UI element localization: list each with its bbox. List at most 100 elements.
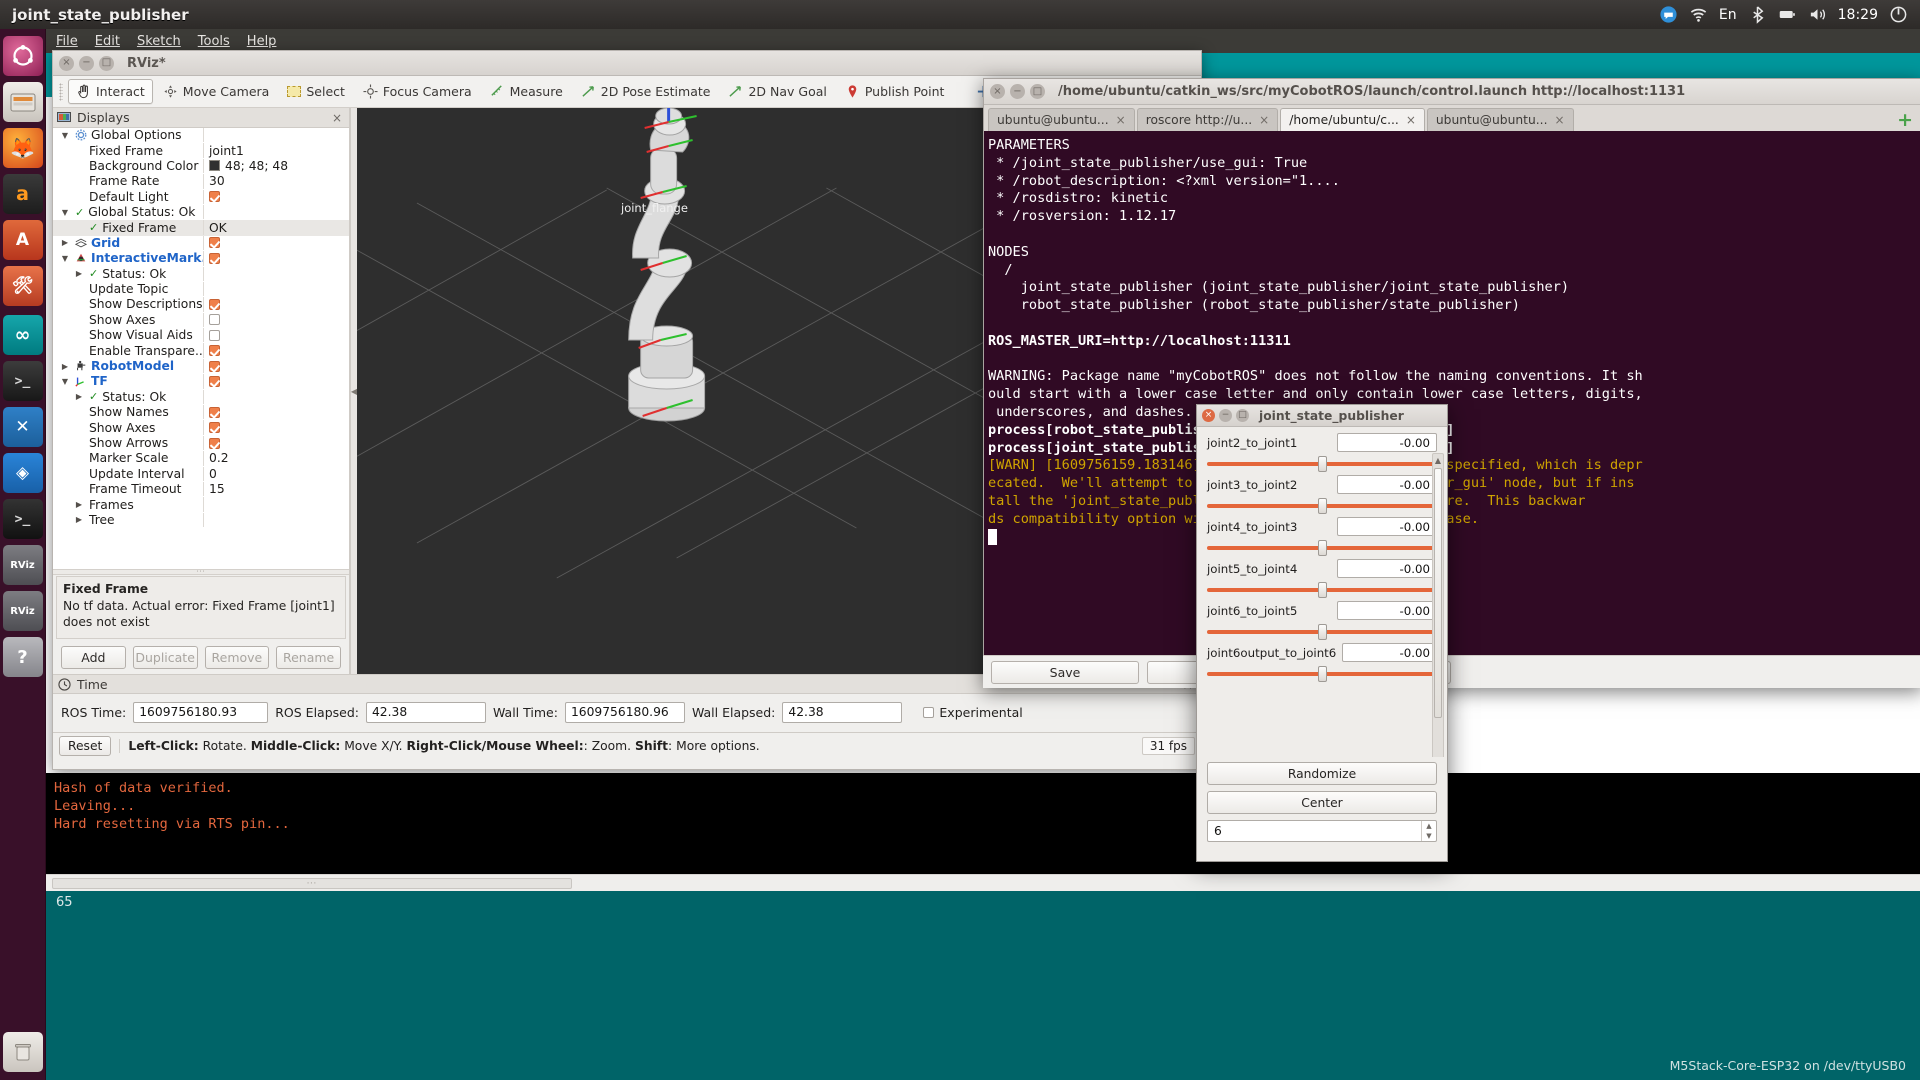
maximize-icon[interactable]: □ [1236, 409, 1249, 422]
minimize-icon[interactable]: − [79, 56, 94, 71]
launcher-item-ubuntu-dash[interactable] [3, 36, 43, 76]
wall-elapsed-input[interactable]: 42.38 [782, 702, 902, 723]
display-row-value[interactable] [203, 328, 349, 342]
close-icon[interactable]: × [1555, 113, 1565, 127]
joint-value-input[interactable]: -0.00 [1337, 517, 1437, 536]
center-button[interactable]: Center [1207, 791, 1437, 814]
close-icon[interactable]: × [1116, 113, 1126, 127]
scrollbar-thumb[interactable] [1434, 468, 1442, 718]
chevron-down-icon[interactable]: ▼ [59, 131, 71, 140]
display-row-value[interactable] [203, 436, 349, 450]
display-tree-row[interactable]: ✓Fixed FrameOK [53, 220, 349, 235]
display-tree-row[interactable]: ▶RobotModel [53, 359, 349, 374]
rviz-titlebar[interactable]: × − □ RViz* [53, 51, 1201, 76]
display-tree-row[interactable]: ▶Grid [53, 236, 349, 251]
chevron-down-icon[interactable]: ▼ [1422, 831, 1436, 841]
display-tree-row[interactable]: Default Light [53, 190, 349, 205]
tool-publish-point[interactable]: Publish Point [837, 79, 953, 104]
terminal-tab-3[interactable]: /home/ubuntu/c... × [1280, 108, 1425, 131]
display-tree-row[interactable]: ▼Global Options [53, 128, 349, 143]
row-checkbox[interactable] [209, 422, 220, 433]
display-tree-row[interactable]: ▶✓Status: Ok [53, 390, 349, 405]
slider-handle[interactable] [1318, 624, 1327, 640]
spinner-arrows[interactable]: ▲ ▼ [1421, 821, 1436, 841]
launcher-item-software-center[interactable]: A [3, 220, 43, 260]
wifi-icon[interactable] [1689, 5, 1708, 24]
battery-icon[interactable] [1778, 5, 1797, 24]
messaging-icon[interactable] [1659, 5, 1678, 24]
chevron-right-icon[interactable]: ▶ [73, 392, 85, 401]
display-tree-row[interactable]: Show Arrows [53, 436, 349, 451]
display-tree-row[interactable]: Show Visual Aids [53, 328, 349, 343]
display-tree-row[interactable]: Frame Rate30 [53, 174, 349, 189]
launcher-item-rviz[interactable]: RViz [3, 545, 43, 585]
launcher-item-help[interactable]: ? [3, 637, 43, 677]
display-row-value[interactable] [203, 374, 349, 388]
slider-handle[interactable] [1318, 456, 1327, 472]
volume-icon[interactable] [1808, 5, 1827, 24]
joint-slider[interactable] [1207, 582, 1437, 598]
row-checkbox[interactable] [209, 438, 220, 449]
launcher-item-amazon[interactable]: a [3, 174, 43, 214]
display-tree-row[interactable]: Enable Transpare... [53, 343, 349, 358]
close-icon[interactable]: × [1259, 113, 1269, 127]
display-row-value[interactable]: 15 [203, 482, 349, 496]
joint-count-spinner[interactable]: 6 ▲ ▼ [1207, 820, 1437, 842]
close-icon[interactable]: × [1202, 409, 1215, 422]
tool-select[interactable]: Select [279, 79, 353, 104]
display-row-value[interactable]: 0 [203, 467, 349, 481]
display-tree-row[interactable]: ▶✓Status: Ok [53, 267, 349, 282]
joint-value-input[interactable]: -0.00 [1337, 475, 1437, 494]
row-checkbox[interactable] [209, 253, 220, 264]
terminal-tab-4[interactable]: ubuntu@ubuntu... × [1427, 108, 1574, 131]
reset-button[interactable]: Reset [59, 736, 111, 756]
display-row-value[interactable]: joint1 [203, 143, 349, 157]
panel-splitter[interactable]: ⋯ [53, 569, 349, 575]
chevron-right-icon[interactable]: ▶ [73, 515, 85, 524]
chevron-down-icon[interactable]: ▼ [59, 377, 71, 386]
tool-interact[interactable]: Interact [68, 79, 153, 104]
display-row-value[interactable] [203, 405, 349, 419]
row-checkbox[interactable] [209, 237, 220, 248]
scrollbar-thumb[interactable]: ⋯ [52, 878, 572, 889]
display-tree-row[interactable]: Show Axes [53, 420, 349, 435]
keyboard-layout-indicator[interactable]: En [1719, 7, 1737, 23]
chevron-down-icon[interactable]: ▼ [59, 254, 71, 263]
close-icon[interactable]: × [990, 84, 1005, 99]
row-checkbox[interactable] [209, 345, 220, 356]
display-tree-row[interactable]: ▼TF [53, 374, 349, 389]
tool-move-camera[interactable]: Move Camera [155, 79, 278, 104]
terminal-output[interactable]: PARAMETERS * /joint_state_publisher/use_… [984, 131, 1920, 687]
display-tree-row[interactable]: ▶Frames [53, 497, 349, 512]
display-tree-row[interactable]: Show Names [53, 405, 349, 420]
display-row-value[interactable]: OK [203, 220, 349, 234]
slider-handle[interactable] [1318, 540, 1327, 556]
launcher-item-firefox[interactable]: 🦊 [3, 128, 43, 168]
chevron-down-icon[interactable]: ▼ [59, 208, 71, 217]
minimize-icon[interactable]: − [1010, 84, 1025, 99]
display-row-value[interactable] [203, 420, 349, 434]
display-row-value[interactable] [203, 297, 349, 311]
chevron-up-icon[interactable]: ▲ [1422, 821, 1436, 831]
slider-handle[interactable] [1318, 582, 1327, 598]
chevron-right-icon[interactable]: ▶ [59, 238, 71, 247]
joint-slider[interactable] [1207, 498, 1437, 514]
minimize-icon[interactable]: − [1219, 409, 1232, 422]
launcher-item-software-updater[interactable]: 🛠 [3, 266, 43, 306]
launcher-item-vscode[interactable]: ✕ [3, 407, 43, 447]
randomize-button[interactable]: Randomize [1207, 762, 1437, 785]
display-tree-row[interactable]: Marker Scale0.2 [53, 451, 349, 466]
display-row-value[interactable] [203, 251, 349, 265]
toolbar-drag-handle[interactable] [59, 83, 63, 101]
display-tree-row[interactable]: Show Axes [53, 313, 349, 328]
tool-2d-pose-estimate[interactable]: 2D Pose Estimate [573, 79, 719, 104]
launcher-item-files[interactable] [3, 82, 43, 122]
launcher-item-rviz-2[interactable]: RViz [3, 591, 43, 631]
wall-time-input[interactable]: 1609756180.96 [565, 702, 685, 723]
tool-2d-nav-goal[interactable]: 2D Nav Goal [720, 79, 834, 104]
slider-handle[interactable] [1318, 666, 1327, 682]
tool-measure[interactable]: Measure [482, 79, 571, 104]
display-tree-row[interactable]: Frame Timeout15 [53, 482, 349, 497]
close-icon[interactable]: × [332, 111, 345, 125]
display-tree-row[interactable]: Update Topic [53, 282, 349, 297]
